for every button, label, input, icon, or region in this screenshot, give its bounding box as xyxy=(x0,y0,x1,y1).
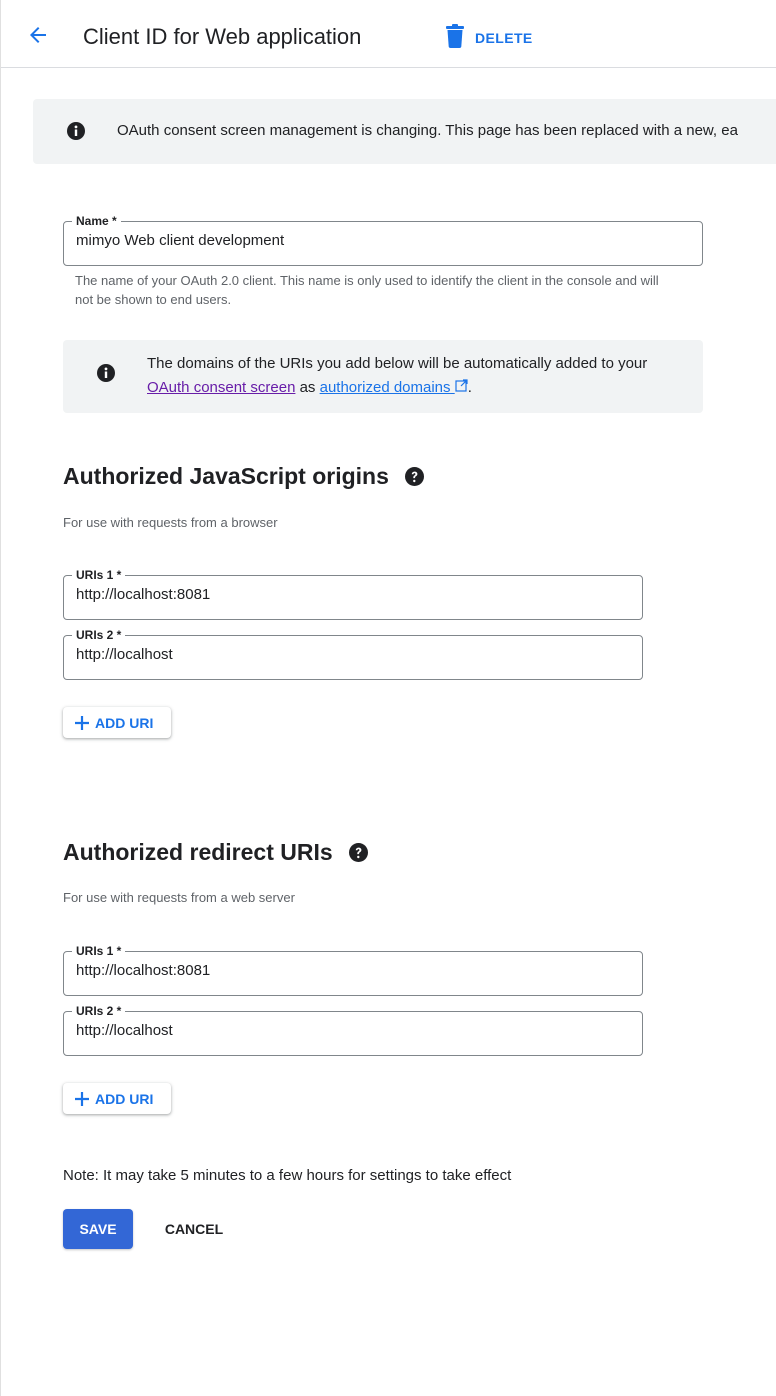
js-origin-uri-1[interactable]: URIs 1 * http://localhost:8081 xyxy=(63,567,643,620)
save-button[interactable]: SAVE xyxy=(63,1209,133,1249)
redirect-uri-1-value[interactable]: http://localhost:8081 xyxy=(76,962,210,979)
delete-button[interactable]: DELETE xyxy=(445,23,533,53)
info-icon xyxy=(97,364,115,387)
plus-icon xyxy=(75,715,89,730)
cancel-button[interactable]: CANCEL xyxy=(149,1209,239,1249)
settings-note: Note: It may take 5 minutes to a few hou… xyxy=(63,1167,512,1184)
info-icon xyxy=(67,122,85,145)
arrow-back-icon xyxy=(26,23,50,52)
domain-info-box: The domains of the URIs you add below wi… xyxy=(63,340,703,413)
banner-text: OAuth consent screen management is chang… xyxy=(117,122,738,139)
name-field-value[interactable]: mimyo Web client development xyxy=(76,232,284,249)
delete-label: DELETE xyxy=(475,30,533,46)
js-origin-uri-2[interactable]: URIs 2 * http://localhost xyxy=(63,627,643,680)
domain-info-text-before: The domains of the URIs you add below wi… xyxy=(147,355,648,372)
js-origins-add-uri-label: ADD URI xyxy=(95,714,154,731)
name-field-helper: The name of your OAuth 2.0 client. This … xyxy=(75,273,659,307)
name-field-label: Name * xyxy=(72,213,121,229)
redirect-uris-title-text: Authorized redirect URIs xyxy=(63,839,333,865)
js-origin-uri-2-value[interactable]: http://localhost xyxy=(76,646,173,663)
js-origins-add-uri-button[interactable]: ADD URI xyxy=(63,707,171,738)
back-button[interactable] xyxy=(23,22,53,52)
redirect-uri-1-label: URIs 1 * xyxy=(72,943,126,959)
authorized-domains-link[interactable]: authorized domains xyxy=(320,379,468,396)
external-link-icon xyxy=(455,379,468,396)
js-origins-subtitle: For use with requests from a browser xyxy=(63,515,278,530)
redirect-uris-add-uri-button[interactable]: ADD URI xyxy=(63,1083,171,1114)
trash-icon xyxy=(445,23,465,53)
consent-change-banner: OAuth consent screen management is chang… xyxy=(33,99,776,164)
help-icon[interactable] xyxy=(404,467,424,486)
domain-info-text-middle: as xyxy=(295,379,320,396)
js-origins-title: Authorized JavaScript origins xyxy=(63,463,424,490)
domain-info-text: The domains of the URIs you add below wi… xyxy=(147,352,687,400)
page-frame: Client ID for Web application DELETE OAu… xyxy=(0,0,776,1396)
js-origin-uri-1-value[interactable]: http://localhost:8081 xyxy=(76,586,210,603)
oauth-consent-screen-link[interactable]: OAuth consent screen xyxy=(147,379,295,396)
redirect-uri-1[interactable]: URIs 1 * http://localhost:8081 xyxy=(63,943,643,996)
redirect-uri-2[interactable]: URIs 2 * http://localhost xyxy=(63,1003,643,1056)
redirect-uri-2-label: URIs 2 * xyxy=(72,1003,126,1019)
help-icon[interactable] xyxy=(348,843,368,862)
js-origins-title-text: Authorized JavaScript origins xyxy=(63,463,389,489)
redirect-uris-title: Authorized redirect URIs xyxy=(63,839,368,866)
redirect-uris-add-uri-label: ADD URI xyxy=(95,1090,154,1107)
top-bar: Client ID for Web application DELETE xyxy=(1,0,776,68)
authorized-domains-link-label: authorized domains xyxy=(319,379,451,396)
plus-icon xyxy=(75,1091,89,1106)
page-title: Client ID for Web application xyxy=(83,24,362,49)
redirect-uri-2-value[interactable]: http://localhost xyxy=(76,1022,173,1039)
js-origin-uri-1-label: URIs 1 * xyxy=(72,567,126,583)
redirect-uris-subtitle: For use with requests from a web server xyxy=(63,890,295,905)
js-origin-uri-2-label: URIs 2 * xyxy=(72,627,126,643)
domain-info-text-after: . xyxy=(467,379,472,396)
name-field[interactable]: Name * mimyo Web client development xyxy=(63,213,703,266)
